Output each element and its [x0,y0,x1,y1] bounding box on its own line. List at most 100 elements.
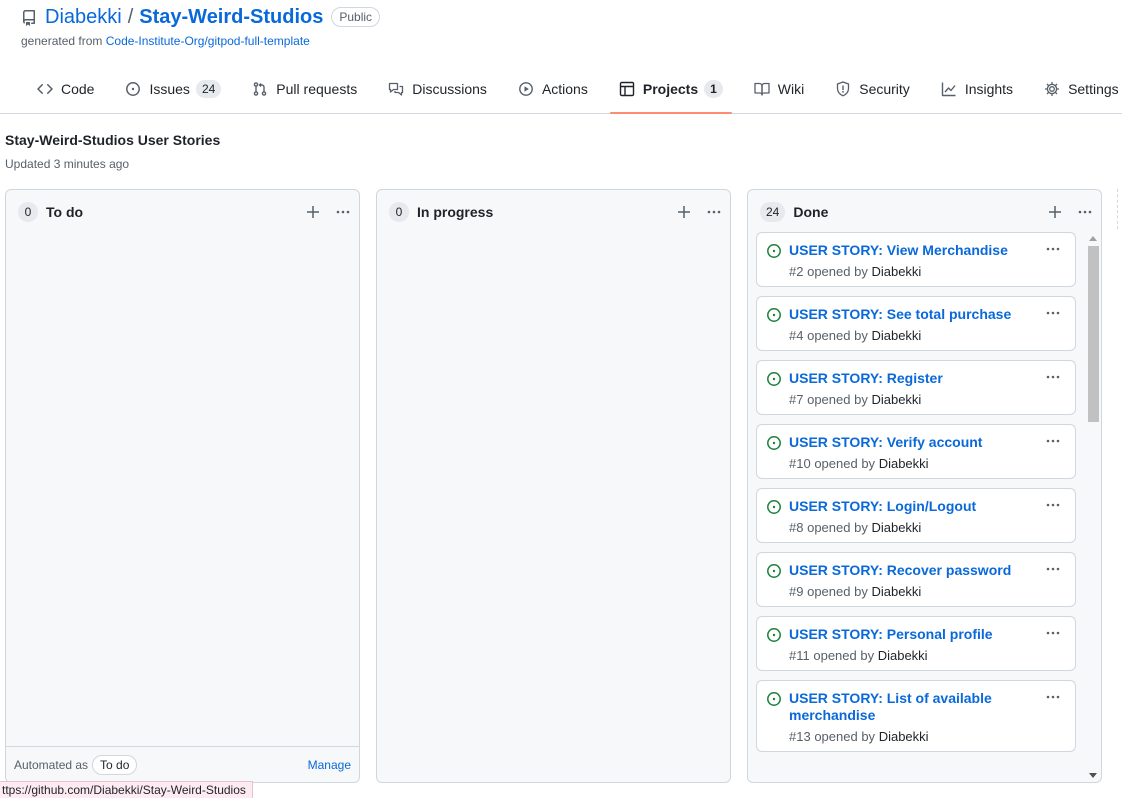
issue-author-link[interactable]: Diabekki [871,584,921,599]
issue-author-link[interactable]: Diabekki [879,456,929,471]
cards-scrollbar[interactable] [1087,234,1099,780]
issue-title-link[interactable]: USER STORY: Register [789,370,1065,387]
tab-projects[interactable]: Projects 1 [609,66,732,114]
issue-author-link[interactable]: Diabekki [878,648,928,663]
issue-title-link[interactable]: USER STORY: Personal profile [789,626,1065,643]
issue-title-link[interactable]: USER STORY: View Merchandise [789,242,1065,259]
tab-insights[interactable]: Insights [932,66,1022,112]
issue-author-link[interactable]: Diabekki [871,392,921,407]
issue-meta: #8 opened by Diabekki [789,520,1065,535]
issue-title-link[interactable]: USER STORY: See total purchase [789,306,1065,323]
plus-icon[interactable] [1047,204,1063,220]
issue-meta: #11 opened by Diabekki [789,648,1065,663]
tab-actions[interactable]: Actions [509,66,597,112]
issue-number: #4 [789,328,804,343]
issue-opened-icon [767,372,781,386]
tab-code[interactable]: Code [28,66,103,112]
repo-owner-link[interactable]: Diabekki [45,6,122,29]
projects-count-badge: 1 [704,80,723,98]
opened-by-label: opened by [814,456,876,471]
tab-label: Actions [541,81,588,97]
automation-label: Automated as [14,757,89,772]
issue-card[interactable]: USER STORY: List of available merchandis… [756,680,1076,752]
kebab-horizontal-icon[interactable] [1045,433,1061,449]
issues-count-badge: 24 [195,80,222,98]
kebab-horizontal-icon[interactable] [1045,241,1061,257]
column-name: Done [793,204,829,220]
column-name: In progress [417,204,494,220]
issue-meta: #4 opened by Diabekki [789,328,1065,343]
tab-discussions[interactable]: Discussions [379,66,496,112]
issue-opened-icon [767,564,781,578]
plus-icon[interactable] [676,204,692,220]
column-count-badge: 0 [18,202,38,222]
column-header: 0 In progress [389,201,722,223]
kebab-horizontal-icon[interactable] [1045,689,1061,705]
manage-link[interactable]: Manage [308,758,351,772]
kebab-horizontal-icon[interactable] [1045,305,1061,321]
issue-card[interactable]: USER STORY: View Merchandise #2 opened by… [756,232,1076,287]
automation-badge: To do [92,754,138,775]
issue-opened-icon [767,692,781,706]
next-column-edge [1117,189,1122,229]
issue-author-link[interactable]: Diabekki [879,729,929,744]
issue-title-link[interactable]: USER STORY: Recover password [789,562,1065,579]
comment-discussion-icon [389,82,404,96]
issue-author-link[interactable]: Diabekki [871,520,921,535]
issue-number: #10 [789,456,811,471]
scroll-down-arrow-icon[interactable] [1089,773,1097,778]
issue-title-link[interactable]: USER STORY: Verify account [789,434,1065,451]
column-footer: Automated as To do Manage [6,746,359,782]
tab-pull-requests[interactable]: Pull requests [243,66,366,112]
kebab-horizontal-icon[interactable] [1045,497,1061,513]
tab-security[interactable]: Security [826,66,919,112]
opened-by-label: opened by [814,729,876,744]
table-icon [619,81,635,97]
tab-wiki[interactable]: Wiki [745,66,813,112]
repo-name-link[interactable]: Stay-Weird-Studios [139,6,323,29]
issue-meta: #2 opened by Diabekki [789,264,1065,279]
issue-card[interactable]: USER STORY: Personal profile #11 opened b… [756,616,1076,671]
kebab-horizontal-icon[interactable] [1045,625,1061,641]
link-status-bar: ttps://github.com/Diabekki/Stay-Weird-St… [0,781,253,798]
kebab-horizontal-icon[interactable] [1045,561,1061,577]
issue-card[interactable]: USER STORY: Verify account #10 opened by … [756,424,1076,479]
issue-title-link[interactable]: USER STORY: Login/Logout [789,498,1065,515]
kebab-horizontal-icon[interactable] [1045,369,1061,385]
issue-opened-icon [767,308,781,322]
tab-label: Wiki [777,81,805,97]
issue-author-link[interactable]: Diabekki [871,264,921,279]
issue-author-link[interactable]: Diabekki [871,328,921,343]
issue-card[interactable]: USER STORY: Login/Logout #8 opened by Dia… [756,488,1076,543]
issue-meta: #9 opened by Diabekki [789,584,1065,599]
card-list: USER STORY: View Merchandise #2 opened by… [756,232,1076,778]
issue-number: #13 [789,729,811,744]
issue-card[interactable]: USER STORY: See total purchase #4 opened … [756,296,1076,351]
git-pull-request-icon [253,82,267,96]
plus-icon[interactable] [305,204,321,220]
tab-label: Security [859,81,910,97]
tab-label: Code [61,81,95,97]
book-icon [754,82,770,96]
opened-by-label: opened by [807,328,868,343]
column-in-progress: 0 In progress [376,189,731,783]
issue-card[interactable]: USER STORY: Recover password #9 opened by… [756,552,1076,607]
scroll-thumb[interactable] [1088,246,1099,422]
issue-opened-icon [767,436,781,450]
template-repo-link[interactable]: Code-Institute-Org/gitpod-full-template [106,34,310,48]
kebab-horizontal-icon[interactable] [335,204,351,220]
opened-by-label: opened by [813,648,875,663]
scroll-up-arrow-icon[interactable] [1089,236,1097,241]
kebab-horizontal-icon[interactable] [1077,204,1093,220]
tab-label: Insights [964,81,1014,97]
tab-issues[interactable]: Issues 24 [116,66,230,112]
code-icon [37,84,53,94]
repo-header: Diabekki / Stay-Weird-Studios Public [21,2,381,32]
opened-by-label: opened by [807,584,868,599]
kebab-horizontal-icon[interactable] [706,204,722,220]
issue-opened-icon [767,500,781,514]
issue-opened-icon [767,244,781,258]
issue-title-link[interactable]: USER STORY: List of available merchandis… [789,690,1065,724]
issue-card[interactable]: USER STORY: Register #7 opened by Diabekk… [756,360,1076,415]
tab-settings[interactable]: Settings [1035,66,1122,112]
